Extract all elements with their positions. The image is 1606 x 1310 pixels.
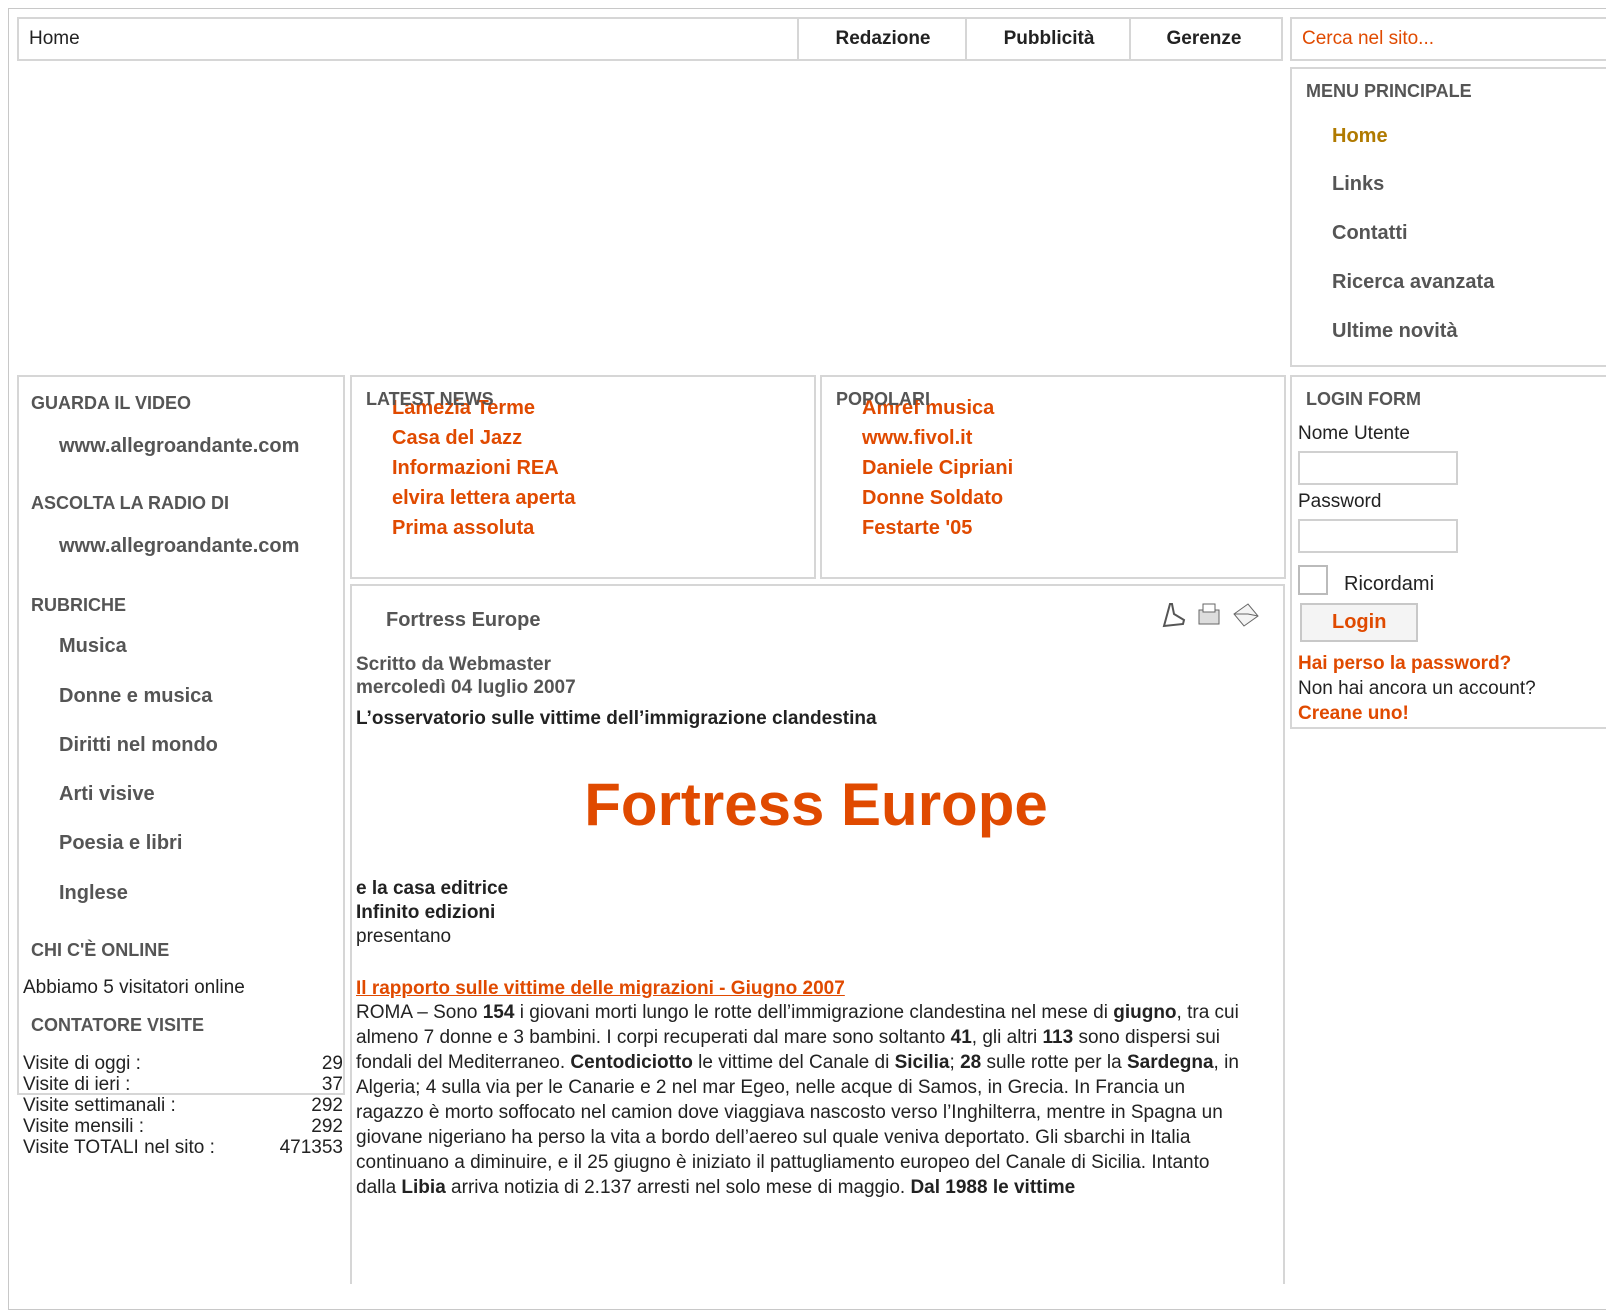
main-menu: MENU PRINCIPALE Home Links Contatti Rice…	[1290, 67, 1606, 367]
rubrica-musica[interactable]: Musica	[59, 635, 127, 658]
lost-password-link[interactable]: Hai perso la password?	[1298, 653, 1511, 675]
popolari-item[interactable]: Festarte '05	[862, 513, 1284, 543]
latest-news-title: LATEST NEWS	[366, 389, 494, 409]
counter-label: Visite settimanali :	[23, 1095, 176, 1116]
online-text: Abbiamo 5 visitatori online	[23, 977, 245, 998]
publisher-line-3: presentano	[356, 926, 452, 947]
counter-value: 471353	[279, 1137, 343, 1158]
search-input[interactable]: Cerca nel sito...	[1290, 17, 1606, 61]
article-tools	[1158, 600, 1260, 630]
rubrica-diritti[interactable]: Diritti nel mondo	[59, 734, 218, 757]
rubrica-poesia[interactable]: Poesia e libri	[59, 832, 182, 855]
menu-item-ricerca[interactable]: Ricerca avanzata	[1332, 271, 1494, 294]
nav-home[interactable]: Home	[29, 19, 80, 59]
article-author: Scritto da Webmaster	[356, 654, 551, 675]
publisher-line-2: Infinito edizioni	[356, 902, 496, 923]
popolari-item[interactable]: www.fivol.it	[862, 423, 1284, 453]
email-icon[interactable]	[1230, 600, 1260, 630]
menu-item-links[interactable]: Links	[1332, 173, 1384, 196]
main-menu-title: MENU PRINCIPALE	[1306, 81, 1472, 101]
remember-checkbox[interactable]	[1298, 565, 1328, 595]
counter-value: 29	[321, 1053, 343, 1074]
popolari-item[interactable]: Donne Soldato	[862, 483, 1284, 513]
counter-value: 292	[311, 1116, 343, 1137]
login-form: LOGIN FORM Nome Utente Password Ricordam…	[1290, 375, 1606, 729]
latest-news-item[interactable]: Casa del Jazz	[392, 423, 814, 453]
counter-row: Visite settimanali : 292	[23, 1095, 343, 1116]
article-date: mercoledì 04 luglio 2007	[356, 677, 576, 698]
popolari-item[interactable]: Daniele Cipriani	[862, 453, 1284, 483]
username-label: Nome Utente	[1298, 423, 1410, 444]
popolari-box: POPOLARI Amref musica www.fivol.it Danie…	[820, 375, 1286, 579]
nav-gerenze[interactable]: Gerenze	[1129, 19, 1277, 59]
menu-item-contatti[interactable]: Contatti	[1332, 222, 1408, 245]
visit-counter: Visite di oggi : 29 Visite di ieri : 37 Vi…	[23, 1053, 343, 1158]
latest-news-item[interactable]: Informazioni REA	[392, 453, 814, 483]
rubrica-arti-visive[interactable]: Arti visive	[59, 783, 155, 806]
create-account-link[interactable]: Creane uno!	[1298, 703, 1409, 725]
login-button-wrap: Login	[1300, 603, 1419, 642]
popolari-title: POPOLARI	[836, 389, 931, 409]
no-account-text: Non hai ancora un account?	[1298, 678, 1536, 699]
video-title: GUARDA IL VIDEO	[31, 393, 192, 413]
radio-title: ASCOLTA LA RADIO DI	[31, 493, 229, 513]
latest-news-item[interactable]: Prima assoluta	[392, 513, 814, 543]
article-heading: Fortress Europe	[386, 609, 541, 631]
counter-label: Visite di ieri :	[23, 1074, 131, 1095]
article-big-title: Fortress Europe	[584, 771, 1048, 838]
article-box: Fortress Europe Scritto da Webmaster mer…	[350, 584, 1285, 1284]
counter-row: Visite di oggi : 29	[23, 1053, 343, 1074]
login-title: LOGIN FORM	[1306, 389, 1421, 409]
menu-item-novita[interactable]: Ultime novità	[1332, 320, 1458, 343]
article-body: ROMA – Sono 154 i giovani morti lungo le…	[356, 1002, 1239, 1198]
rubrica-donne-e-musica[interactable]: Donne e musica	[59, 685, 212, 708]
username-field[interactable]	[1298, 451, 1458, 485]
top-navigation: Home Redazione Pubblicità Gerenze	[17, 17, 1283, 61]
article-subtitle: L’osservatorio sulle vittime dell’immigr…	[356, 708, 877, 729]
login-button[interactable]: Login	[1300, 603, 1419, 642]
latest-news-box: LATEST NEWS Lamezia Terme Casa del Jazz …	[350, 375, 816, 579]
counter-title: CONTATORE VISITE	[31, 1015, 205, 1035]
password-field[interactable]	[1298, 519, 1458, 553]
counter-row: Visite mensili : 292	[23, 1116, 343, 1137]
rubrica-inglese[interactable]: Inglese	[59, 882, 128, 905]
radio-link[interactable]: www.allegroandante.com	[59, 535, 299, 558]
counter-value: 37	[321, 1074, 343, 1095]
counter-value: 292	[311, 1095, 343, 1116]
counter-label: Visite TOTALI nel sito :	[23, 1137, 215, 1158]
pdf-icon[interactable]	[1158, 600, 1188, 630]
rubriche-title: RUBRICHE	[31, 595, 127, 615]
remember-label: Ricordami	[1344, 573, 1435, 595]
counter-label: Visite mensili :	[23, 1116, 145, 1137]
counter-row: Visite TOTALI nel sito : 471353	[23, 1137, 343, 1158]
online-title: CHI C'È ONLINE	[31, 940, 170, 960]
left-column: GUARDA IL VIDEO www.allegroandante.com A…	[17, 375, 345, 1158]
report-link[interactable]: Il rapporto sulle vittime delle migrazio…	[356, 978, 845, 1000]
latest-news-item[interactable]: elvira lettera aperta	[392, 483, 814, 513]
nav-pubblicita[interactable]: Pubblicità	[965, 19, 1131, 59]
counter-row: Visite di ieri : 37	[23, 1074, 343, 1095]
video-link[interactable]: www.allegroandante.com	[59, 435, 299, 458]
menu-item-home[interactable]: Home	[1332, 125, 1388, 148]
counter-label: Visite di oggi :	[23, 1053, 141, 1074]
publisher-line-1: e la casa editrice	[356, 878, 509, 899]
password-label: Password	[1298, 491, 1382, 512]
nav-redazione[interactable]: Redazione	[797, 19, 967, 59]
print-icon[interactable]	[1194, 600, 1224, 630]
